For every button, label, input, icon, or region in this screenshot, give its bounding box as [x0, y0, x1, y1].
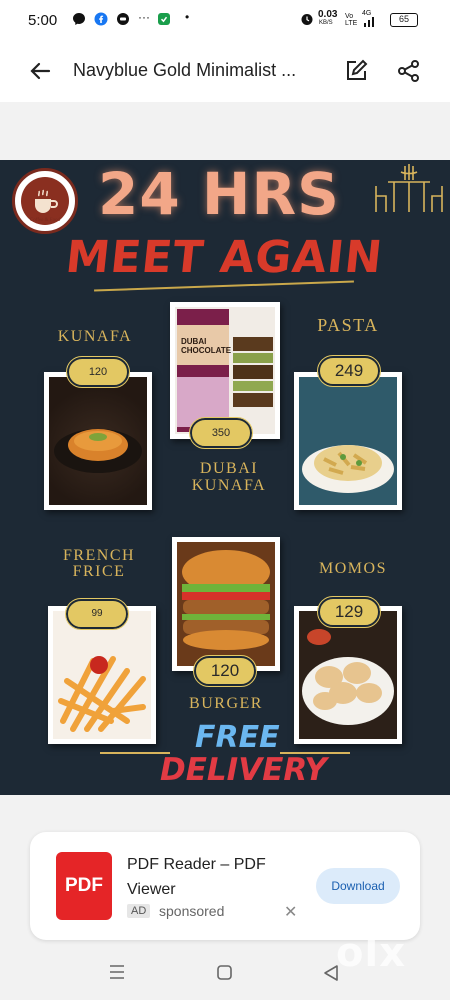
price-badge-kunafa: 120	[66, 356, 130, 388]
burger-photo	[177, 542, 275, 666]
chat-icon	[116, 12, 130, 29]
edit-icon[interactable]	[343, 58, 369, 84]
battery-indicator: 65	[390, 13, 418, 27]
back-arrow-icon[interactable]	[27, 58, 53, 84]
net-speed: 0.03	[318, 9, 338, 20]
price-badge-pasta: 249	[317, 355, 381, 387]
messenger-icon	[72, 12, 86, 29]
price-badge-dubai-kunafa: 350	[189, 417, 253, 449]
dot-icon: •	[185, 10, 190, 24]
close-ad-icon[interactable]: ✕	[284, 902, 297, 922]
price-badge-french-frice: 99	[65, 598, 129, 630]
item-name-momos: MOMOS	[319, 560, 387, 577]
free-text: FREE	[195, 720, 280, 755]
cafe-logo: Coffee & Food	[12, 168, 78, 234]
item-card-pasta[interactable]	[294, 372, 402, 510]
subheadline: MEET AGAIN	[63, 232, 386, 283]
item-name-dubai-kunafa: DUBAI KUNAFA	[191, 460, 267, 494]
alarm-icon	[300, 12, 314, 29]
sponsored-label: sponsored	[159, 903, 225, 919]
price-badge-momos: 129	[317, 596, 381, 628]
share-icon[interactable]	[396, 58, 422, 84]
delivery-text: DELIVERY	[160, 752, 327, 788]
pdf-app-icon: PDF	[56, 852, 112, 920]
facebook-icon	[94, 12, 108, 29]
ad-banner[interactable]: PDF PDF Reader – PDF Viewer AD sponsored…	[30, 832, 420, 940]
kunafa-photo	[49, 377, 147, 505]
download-button[interactable]: Download	[316, 868, 400, 904]
french-fries-photo	[53, 611, 151, 739]
headline: 24 HRS	[98, 160, 340, 228]
home-icon[interactable]	[216, 964, 234, 987]
dubai-kunafa-photo: DUBAI CHOCOLATE	[175, 307, 275, 434]
volte-indicator: Vo LTE	[345, 13, 358, 27]
item-card-kunafa[interactable]	[44, 372, 152, 510]
item-name-pasta: PASTA	[317, 315, 379, 335]
menu-poster[interactable]: Coffee & Food 24 HRS MEET AGAIN KUNAFA 1…	[0, 160, 450, 795]
item-card-burger[interactable]	[172, 537, 280, 671]
restaurant-table-icon	[374, 164, 444, 221]
net-speed-unit: KB/S	[319, 20, 333, 26]
olx-watermark: olx	[336, 930, 406, 976]
ad-tag: AD	[127, 904, 151, 918]
signal-icon	[362, 14, 378, 31]
package-text: DUBAI CHOCOLATE	[181, 337, 232, 355]
momos-photo	[299, 611, 397, 739]
recent-apps-icon[interactable]	[108, 964, 126, 985]
item-name-burger: BURGER	[189, 695, 263, 712]
app-icon	[157, 12, 171, 29]
status-time: 5:00	[28, 12, 58, 29]
item-name-kunafa: KUNAFA	[57, 328, 133, 345]
price-badge-burger: 120	[193, 655, 257, 687]
document-title: Navyblue Gold Minimalist ...	[73, 60, 297, 80]
ad-title[interactable]: PDF Reader – PDF Viewer	[127, 852, 307, 902]
logo-text: Coffee & Food	[29, 218, 61, 223]
pasta-photo	[299, 377, 397, 505]
app-bar: Navyblue Gold Minimalist ...	[0, 40, 450, 102]
item-name-french-frice: FRENCH FRICE	[62, 547, 136, 580]
more-notifications-icon: ···	[138, 10, 150, 24]
status-bar: 5:00 ··· • 0.03 KB/S Vo LTE 4G 65	[0, 0, 450, 40]
